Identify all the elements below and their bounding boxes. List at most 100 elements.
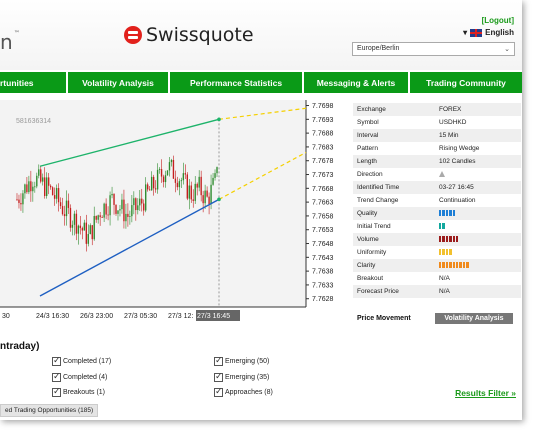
info-footer: Price Movement Volatility Analysis — [353, 313, 513, 324]
filter-emerging-35[interactable]: Emerging (35) — [214, 371, 269, 382]
y-tick-label: 7.7683 — [312, 144, 334, 151]
rating-bar — [439, 235, 442, 242]
main-nav: rtunities Volatility Analysis Performanc… — [0, 72, 522, 93]
candle-body — [73, 213, 76, 225]
filter-completed-4[interactable]: Completed (4) — [52, 371, 107, 382]
rating-bar — [449, 235, 452, 242]
candle-body — [40, 169, 42, 182]
candle-body — [44, 177, 46, 197]
tab-performance-statistics[interactable]: Performance Statistics — [170, 72, 304, 93]
candle-body — [49, 185, 52, 188]
candle-body — [188, 185, 190, 199]
candle-body — [212, 177, 214, 185]
candle-body — [204, 190, 206, 204]
trading-opportunities-tab[interactable]: ed Trading Opportunities (185) — [0, 404, 99, 417]
x-tick-label: 27/3 05:30 — [124, 313, 157, 320]
info-row: Forecast Price N/A — [353, 285, 521, 298]
tab-volatility-analysis[interactable]: Volatility Analysis — [68, 72, 170, 93]
y-tick-label: 7.7673 — [312, 172, 334, 179]
candle-body — [210, 184, 212, 205]
candle-body — [75, 213, 78, 234]
y-tick-label: 7.7668 — [312, 186, 334, 193]
candle-body — [117, 210, 119, 214]
partial-logo: n™ — [0, 30, 21, 54]
info-row: Uniformity — [353, 246, 521, 259]
candle-body — [57, 188, 60, 203]
checkbox[interactable] — [52, 355, 61, 366]
checkbox[interactable] — [52, 386, 61, 397]
candle-body — [61, 206, 64, 215]
candle-body — [113, 193, 115, 205]
info-value: FOREX — [439, 106, 462, 113]
candle-body — [121, 199, 123, 210]
brand-logo: Swissquote — [124, 24, 254, 46]
info-row: Length 102 Candles — [353, 155, 521, 168]
price-chart[interactable]: 581636314 7.7698 7.7693 7.7688 7.7683 7.7678… — [0, 100, 348, 324]
checkbox[interactable] — [52, 371, 61, 382]
candle-body — [119, 209, 121, 211]
y-tick-label: 7.7638 — [312, 269, 334, 276]
rating-bars — [439, 222, 445, 229]
language-selector[interactable]: ▾ English — [463, 28, 514, 37]
candle-body — [145, 184, 147, 211]
candle-body — [186, 174, 188, 199]
info-value — [435, 209, 521, 218]
info-key: Pattern — [357, 145, 378, 152]
candle-body — [176, 182, 179, 188]
filter-emerging-50[interactable]: Emerging (50) — [214, 355, 269, 366]
rating-bars — [439, 235, 459, 242]
info-row: Pattern Rising Wedge — [353, 142, 521, 155]
checkbox[interactable] — [214, 355, 223, 366]
tab-messaging-alerts[interactable]: Messaging & Alerts — [304, 72, 410, 93]
rating-bar — [442, 248, 445, 255]
candle — [186, 172, 188, 201]
checkbox[interactable] — [214, 386, 223, 397]
rating-bar — [459, 261, 462, 268]
candle-body — [16, 199, 18, 201]
info-key: Interval — [357, 132, 379, 139]
rating-bar — [442, 261, 445, 268]
x-tick-label: 26/3 23:00 — [80, 313, 113, 320]
candle-body — [87, 234, 89, 244]
info-key: Symbol — [357, 119, 379, 126]
candle-body — [131, 205, 133, 217]
volatility-analysis-button[interactable]: Volatility Analysis — [434, 313, 513, 324]
info-row: Trend Change Continuation — [353, 194, 521, 207]
x-tick: 27/3 05:30 — [124, 313, 157, 320]
info-value: N/A — [439, 288, 450, 295]
price-movement-label[interactable]: Price Movement — [353, 315, 427, 322]
swissquote-logo-icon — [124, 26, 142, 44]
candle-body — [162, 176, 165, 183]
candle-body — [214, 173, 216, 178]
uk-flag-icon — [470, 28, 483, 37]
candle-body — [184, 173, 187, 175]
info-row: Clarity — [353, 259, 521, 272]
candle-body — [135, 198, 137, 211]
info-value: USDHKD — [439, 119, 467, 126]
candle-body — [38, 169, 40, 176]
rating-bar — [445, 209, 449, 216]
info-row: Interval 15 Min — [353, 129, 521, 142]
price-chart-svg: 581636314 7.7698 7.7693 7.7688 7.7683 7.7678… — [0, 100, 334, 321]
timezone-select[interactable]: Europe/Berlin ⌄ — [352, 42, 515, 56]
info-key: Identified Time — [357, 184, 400, 191]
tab-trading-community[interactable]: Trading Community — [410, 72, 522, 93]
info-value — [435, 248, 521, 257]
y-tick-label: 7.7688 — [312, 131, 334, 138]
checkbox[interactable] — [214, 371, 223, 382]
candle-body — [198, 176, 200, 188]
info-key: Initial Trend — [357, 223, 391, 230]
filter-approaches-8[interactable]: Approaches (8) — [214, 386, 273, 397]
results-filter-link[interactable]: Results Filter » — [455, 388, 516, 398]
candle-body — [139, 198, 141, 206]
filter-completed-17[interactable]: Completed (17) — [52, 355, 111, 366]
tab-opportunities[interactable]: rtunities — [0, 72, 68, 93]
rating-bar — [442, 235, 445, 242]
x-tick: 27/3 16:45 — [196, 310, 240, 321]
filter-breakouts-1[interactable]: Breakouts (1) — [52, 386, 105, 397]
chevron-down-icon: ⌄ — [504, 46, 510, 53]
info-value — [435, 261, 521, 270]
logout-link[interactable]: [Logout] — [482, 16, 514, 25]
candle-body — [168, 162, 171, 171]
candle-body — [166, 170, 169, 176]
